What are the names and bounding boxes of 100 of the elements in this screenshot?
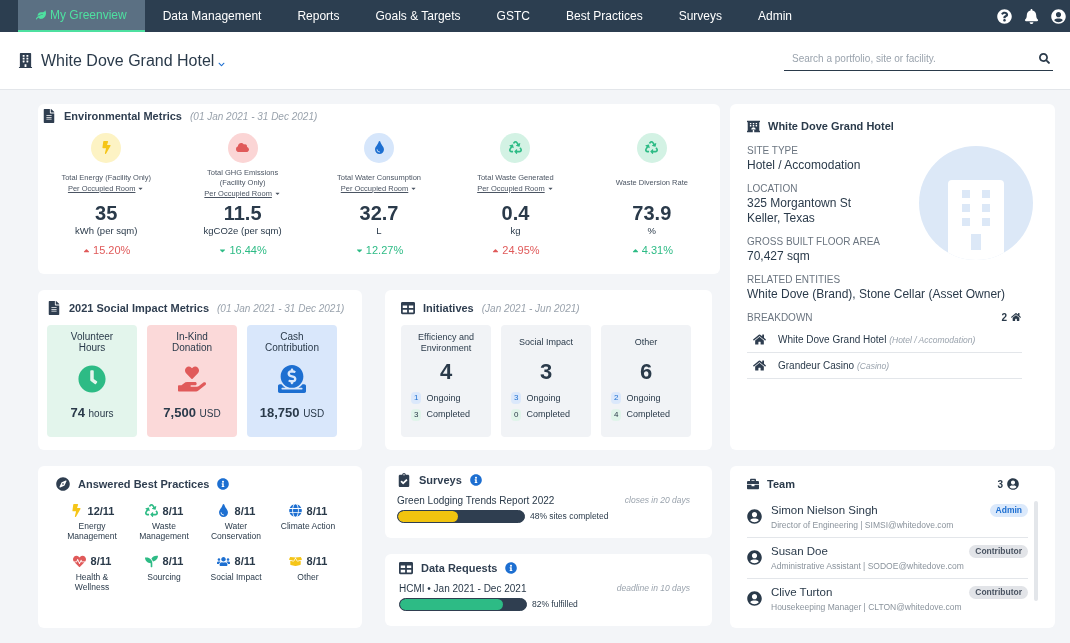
practice-label: Energy Management [66, 521, 118, 541]
metric-value: 74 hours [70, 403, 114, 422]
role-badge: Admin [989, 503, 1028, 517]
metric-value: 18,750 USD [259, 403, 325, 422]
status-label: Completed [526, 408, 570, 421]
nav-tab[interactable]: Surveys [660, 0, 740, 32]
trend-change: 4.31% [630, 242, 673, 259]
breakdown-count: 2 [1001, 310, 1007, 325]
metric-unit: kg [510, 223, 521, 238]
table-icon [401, 301, 415, 316]
status-label: Ongoing [426, 391, 461, 405]
practice-score: 8/11 [162, 503, 184, 519]
practice-score: 8/11 [306, 554, 328, 569]
info-icon[interactable] [505, 562, 518, 575]
trend-change: 15.20% [82, 242, 131, 259]
document-icon [42, 109, 56, 124]
nav-tab[interactable]: GSTC [478, 0, 548, 32]
member-details: Housekeeping Manager | CLTON@whitedove.com [771, 600, 963, 614]
member-name: Susan Doe [771, 543, 828, 559]
practice-label: Other [296, 571, 320, 582]
info-icon[interactable] [469, 474, 482, 487]
team-member-row[interactable]: Clive Turton Contributor Housekeeping Manager | CLTON@whitedove.com [747, 578, 1028, 619]
section-title: Surveys [419, 473, 462, 488]
leaf-icon [36, 10, 46, 20]
section-title: 2021 Social Impact Metrics [69, 301, 209, 316]
building-icon [18, 53, 33, 68]
initiative-count: 3 [539, 358, 553, 385]
member-count: 3 [997, 477, 1003, 492]
trend-change: 24.95% [491, 242, 540, 259]
card-title: Team [767, 477, 795, 492]
breakdown-item[interactable]: Grandeur Casino (Casino) [747, 352, 1022, 379]
status-count: 1 [411, 392, 422, 405]
user-icon[interactable] [1051, 8, 1066, 24]
category-label: Efficiency and Environment [417, 330, 475, 355]
user-icon [1007, 478, 1019, 491]
practice-score: 8/11 [306, 503, 328, 519]
metric-value: 73.9 [632, 201, 672, 224]
metric-unit: kgCO2e (per sqm) [203, 223, 282, 238]
search-icon[interactable] [1039, 53, 1050, 64]
facility-name: White Dove Grand Hotel (Hotel / Accomodation) [778, 332, 976, 347]
nav-tab[interactable]: Data Management [144, 0, 280, 32]
practice-score: 8/11 [234, 503, 256, 519]
nav-tab[interactable]: Best Practices [547, 0, 661, 32]
home-icon [753, 332, 766, 346]
role-badge: Contributor [969, 585, 1028, 599]
lightning-icon [91, 132, 122, 163]
role-badge: Contributor [969, 544, 1028, 558]
nav-tab[interactable]: Reports [279, 0, 358, 32]
practice-score: 8/11 [90, 554, 112, 569]
status-label: Completed [426, 408, 470, 421]
box-icon [288, 554, 302, 568]
cloud-icon [227, 132, 258, 163]
practice-label: Climate Action [279, 521, 337, 531]
practice-score: 12/11 [87, 503, 115, 519]
field-label: GROSS BUILT FLOOR AREA [747, 234, 881, 249]
nav-tab[interactable]: Admin [740, 0, 811, 32]
clipboard-check-icon [397, 473, 411, 488]
avatar-icon [747, 550, 762, 565]
nav-tab[interactable]: Goals & Targets [357, 0, 479, 32]
globe-icon [288, 504, 302, 518]
info-icon[interactable] [217, 478, 230, 491]
clock-icon [78, 364, 106, 393]
date-range: (01 Jan 2021 - 31 Dec 2021) [190, 109, 318, 124]
compass-icon [56, 477, 70, 492]
dropdown-caret-icon[interactable] [218, 61, 226, 68]
field-label: LOCATION [747, 181, 799, 196]
recycle-icon [500, 132, 531, 163]
coin-icon [278, 364, 306, 393]
metric-value: 32.7 [359, 201, 399, 224]
date-range: (01 Jan 2021 - 31 Dec 2021) [217, 301, 345, 316]
people-icon [216, 554, 230, 568]
practice-label: Waste Management [138, 521, 190, 541]
site-title[interactable]: White Dove Grand Hotel [41, 48, 215, 73]
section-title: Data Requests [421, 561, 498, 576]
member-name: Clive Turton [771, 584, 833, 600]
field-label: SITE TYPE [747, 143, 799, 158]
water-drop-icon [364, 132, 394, 163]
practice-score: 8/11 [162, 554, 184, 569]
status-count: 4 [611, 408, 622, 421]
metric-value: 7,500 USD [163, 403, 221, 422]
section-title: Answered Best Practices [78, 477, 210, 492]
recycle-icon [144, 504, 158, 518]
team-member-row[interactable]: Susan Doe Contributor Administrative Assistant | SODOE@whitedove.com [747, 537, 1028, 579]
trend-change: 16.44% [218, 242, 267, 259]
search-field[interactable]: Search a portfolio, site or facility. [784, 50, 1053, 71]
bell-icon[interactable] [1024, 8, 1039, 24]
progress-reading: 48% sites completed [530, 509, 609, 523]
breakdown-item[interactable]: White Dove Grand Hotel (Hotel / Accomodation) [747, 326, 1022, 353]
initiative-count: 6 [639, 358, 653, 385]
water-drop-icon [216, 504, 230, 518]
help-icon[interactable] [997, 8, 1012, 24]
date-range: (Jan 2021 - Jun 2021) [481, 301, 580, 316]
document-icon [47, 301, 61, 316]
status-count: 3 [511, 392, 522, 405]
team-member-row[interactable]: Simon Nielson Singh Admin Director of Engineering | SIMSI@whitedove.com [747, 496, 1028, 538]
member-name: Simon Nielson Singh [771, 502, 878, 518]
status-label: Completed [626, 408, 670, 421]
status-label: Ongoing [526, 391, 561, 405]
metric-label: In-Kind Donation [171, 330, 213, 355]
practice-label: Water Conservation [209, 521, 263, 541]
